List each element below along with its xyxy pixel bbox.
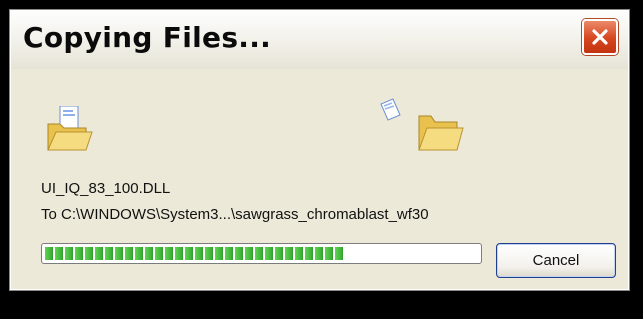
close-icon (592, 29, 608, 45)
destination-folder-icon (417, 112, 465, 157)
copy-dialog: Copying Files... UI_IQ_83_100.DLL To C:\… (9, 9, 630, 291)
dialog-title: Copying Files... (23, 21, 272, 54)
screen-background: Copying Files... UI_IQ_83_100.DLL To C:\… (0, 0, 643, 319)
title-bar[interactable]: Copying Files... (11, 11, 628, 69)
document-icon (375, 96, 405, 131)
progress-fill (45, 247, 344, 260)
close-button[interactable] (582, 19, 618, 55)
file-name-label: UI_IQ_83_100.DLL (41, 180, 171, 197)
cancel-button[interactable]: Cancel (496, 243, 616, 278)
source-folder-icon (46, 105, 94, 159)
copy-progress-bar (41, 243, 482, 264)
destination-label: To C:\WINDOWS\System3...\sawgrass_chroma… (41, 206, 429, 223)
